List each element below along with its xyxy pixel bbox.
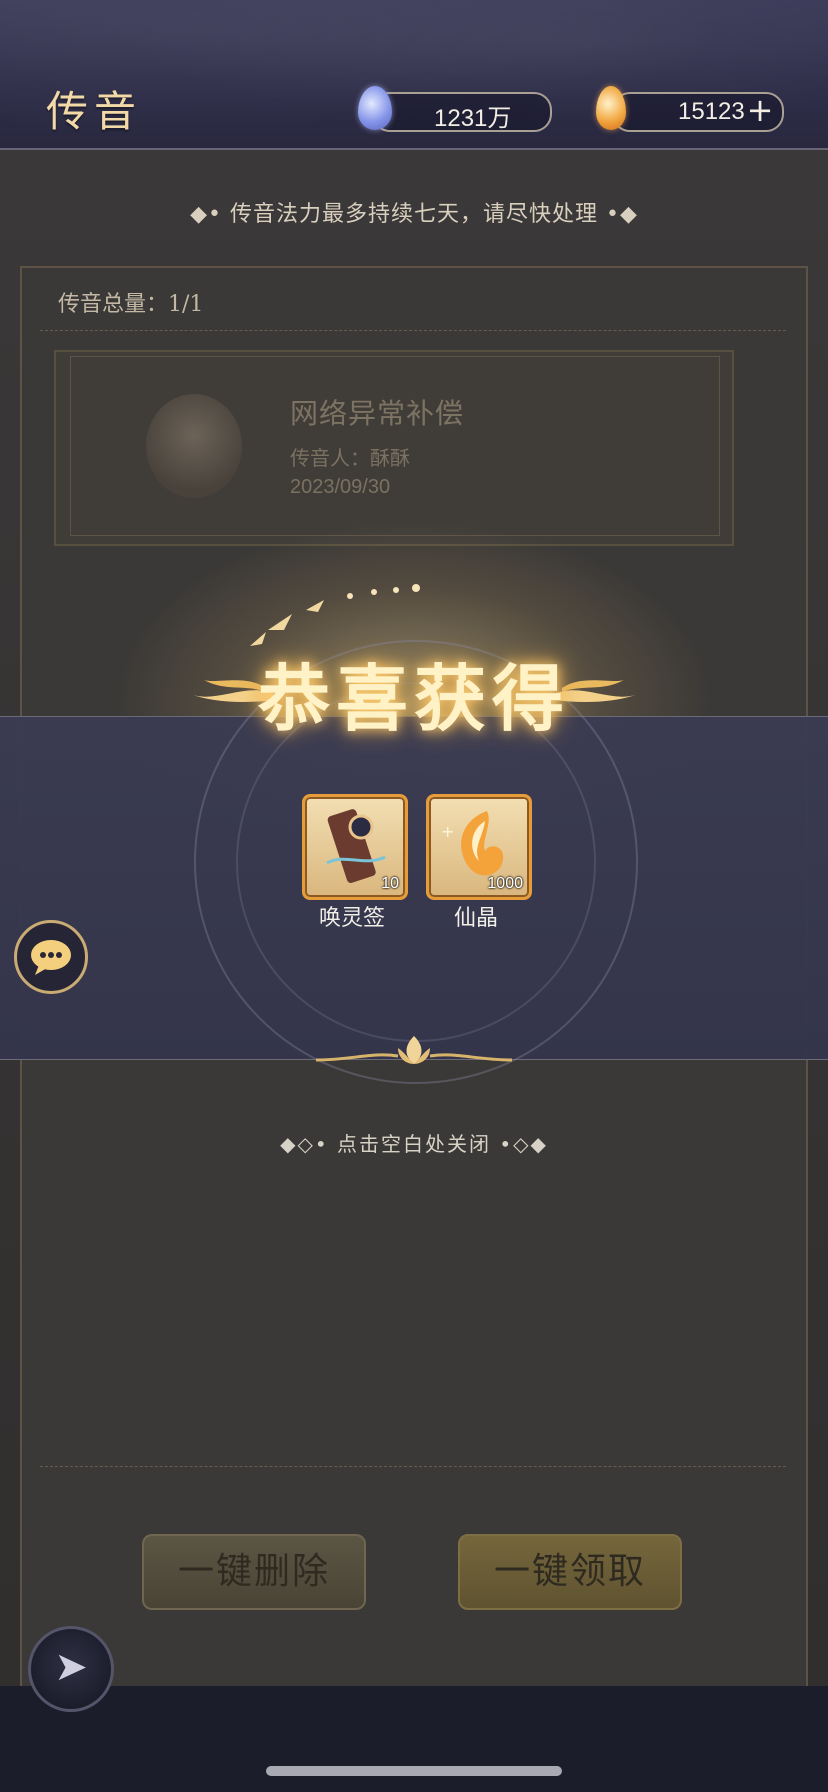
chat-button[interactable]: [14, 920, 88, 994]
currency-bar-spirit: 1231万: [372, 92, 552, 132]
reward-title: 恭喜获得: [257, 656, 570, 741]
bottom-bar: [0, 1686, 828, 1792]
mail-title: 网络异常补偿: [290, 397, 465, 430]
page-title: 传音: [46, 87, 143, 136]
fire-crystal-icon: [596, 86, 626, 130]
item-count: 10: [381, 875, 399, 892]
top-header: 传音 1231万 15123 +: [0, 0, 828, 150]
reward-item-fire-crystal[interactable]: + 1000: [426, 794, 532, 900]
reward-item-summon-tag[interactable]: 10: [302, 794, 408, 900]
divider: [40, 330, 786, 331]
add-currency-button[interactable]: +: [744, 94, 776, 128]
back-button[interactable]: ➤: [28, 1626, 114, 1712]
item-name: 仙晶: [453, 906, 498, 931]
item-count: 1000: [487, 875, 523, 892]
blue-crystal-icon: [358, 86, 392, 130]
lotus-ornament-icon: [315, 1036, 513, 1064]
close-hint: ◆◇• 点击空白处关闭 •◇◆: [280, 1132, 548, 1156]
mail-sender: 传音人：酥酥: [290, 446, 410, 470]
claim-all-button[interactable]: 一键领取: [458, 1534, 682, 1610]
sparkle-trail-icon: [250, 584, 420, 646]
chat-bubble-icon: [31, 940, 71, 975]
mail-date: 2023/09/30: [290, 476, 391, 498]
back-arrow-icon: ➤: [54, 1644, 88, 1690]
currency-bar-crystal: 15123 +: [612, 92, 784, 132]
divider-bottom: [40, 1466, 786, 1467]
notice-text: ◆• 传音法力最多持续七天，请尽快处理 •◆: [190, 202, 638, 227]
svg-text:+: +: [441, 822, 454, 841]
item-name: 唤灵签: [318, 906, 385, 931]
delete-all-button[interactable]: 一键删除: [142, 1534, 366, 1610]
home-indicator: [266, 1766, 562, 1776]
currency-value-crystal: 15123: [678, 98, 745, 125]
mail-total-count: 传音总量：1/1: [58, 292, 204, 317]
sender-avatar: [146, 394, 242, 498]
currency-value-spirit: 1231万: [434, 105, 512, 132]
